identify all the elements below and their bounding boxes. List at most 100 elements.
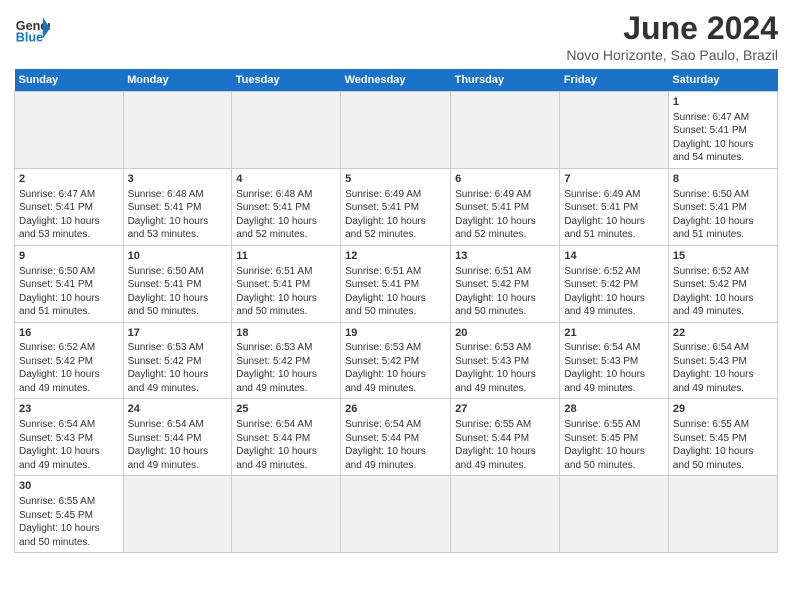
day-number: 29 xyxy=(673,402,773,417)
calendar-cell xyxy=(560,476,669,553)
header: General Blue June 2024 Novo Horizonte, S… xyxy=(14,10,778,63)
title-block: June 2024 Novo Horizonte, Sao Paulo, Bra… xyxy=(566,10,778,63)
day-info: Sunset: 5:41 PM xyxy=(673,124,773,138)
day-number: 24 xyxy=(128,402,228,417)
day-info: Sunrise: 6:47 AM xyxy=(673,111,773,125)
calendar-cell xyxy=(341,476,451,553)
day-info: Sunrise: 6:52 AM xyxy=(673,265,773,279)
day-info: Sunset: 5:42 PM xyxy=(564,278,664,292)
calendar-cell: 6Sunrise: 6:49 AMSunset: 5:41 PMDaylight… xyxy=(451,168,560,245)
calendar-cell: 27Sunrise: 6:55 AMSunset: 5:44 PMDayligh… xyxy=(451,399,560,476)
day-info: and 53 minutes. xyxy=(19,228,119,242)
day-info: and 51 minutes. xyxy=(19,305,119,319)
day-info: Sunset: 5:41 PM xyxy=(19,278,119,292)
day-number: 16 xyxy=(19,326,119,341)
day-number: 1 xyxy=(673,95,773,110)
day-info: and 49 minutes. xyxy=(564,382,664,396)
logo: General Blue xyxy=(14,10,50,46)
day-info: Sunset: 5:44 PM xyxy=(236,432,336,446)
calendar-cell: 22Sunrise: 6:54 AMSunset: 5:43 PMDayligh… xyxy=(668,322,777,399)
day-info: Sunset: 5:42 PM xyxy=(128,355,228,369)
day-number: 14 xyxy=(564,249,664,264)
calendar-cell: 17Sunrise: 6:53 AMSunset: 5:42 PMDayligh… xyxy=(123,322,232,399)
day-info: and 53 minutes. xyxy=(128,228,228,242)
day-info: Sunset: 5:45 PM xyxy=(564,432,664,446)
day-info: Sunrise: 6:50 AM xyxy=(128,265,228,279)
day-info: Daylight: 10 hours xyxy=(564,292,664,306)
day-number: 4 xyxy=(236,172,336,187)
day-info: Sunrise: 6:55 AM xyxy=(455,418,555,432)
day-info: Sunrise: 6:51 AM xyxy=(455,265,555,279)
day-info: and 49 minutes. xyxy=(236,382,336,396)
day-info: Sunset: 5:41 PM xyxy=(128,201,228,215)
day-info: and 50 minutes. xyxy=(345,305,446,319)
day-info: Sunrise: 6:53 AM xyxy=(236,341,336,355)
day-info: and 51 minutes. xyxy=(673,228,773,242)
day-info: Sunset: 5:43 PM xyxy=(19,432,119,446)
day-info: and 49 minutes. xyxy=(345,459,446,473)
calendar-cell: 7Sunrise: 6:49 AMSunset: 5:41 PMDaylight… xyxy=(560,168,669,245)
calendar-cell: 28Sunrise: 6:55 AMSunset: 5:45 PMDayligh… xyxy=(560,399,669,476)
day-info: and 50 minutes. xyxy=(236,305,336,319)
day-info: Daylight: 10 hours xyxy=(564,368,664,382)
day-info: Daylight: 10 hours xyxy=(455,292,555,306)
calendar-cell xyxy=(668,476,777,553)
calendar-table: SundayMondayTuesdayWednesdayThursdayFrid… xyxy=(14,69,778,553)
day-info: and 49 minutes. xyxy=(673,305,773,319)
day-info: Sunrise: 6:48 AM xyxy=(236,188,336,202)
day-info: and 50 minutes. xyxy=(673,459,773,473)
week-row-0: 1Sunrise: 6:47 AMSunset: 5:41 PMDaylight… xyxy=(15,92,778,169)
day-info: Sunset: 5:44 PM xyxy=(455,432,555,446)
day-info: Sunrise: 6:50 AM xyxy=(19,265,119,279)
calendar-body: 1Sunrise: 6:47 AMSunset: 5:41 PMDaylight… xyxy=(15,92,778,553)
day-info: Daylight: 10 hours xyxy=(19,368,119,382)
day-info: Daylight: 10 hours xyxy=(236,215,336,229)
day-info: and 49 minutes. xyxy=(19,459,119,473)
day-info: Sunset: 5:41 PM xyxy=(128,278,228,292)
day-info: Sunset: 5:42 PM xyxy=(455,278,555,292)
week-row-2: 9Sunrise: 6:50 AMSunset: 5:41 PMDaylight… xyxy=(15,245,778,322)
day-info: Daylight: 10 hours xyxy=(673,292,773,306)
location: Novo Horizonte, Sao Paulo, Brazil xyxy=(566,47,778,63)
day-info: Daylight: 10 hours xyxy=(673,445,773,459)
day-of-week-thursday: Thursday xyxy=(451,69,560,92)
calendar-cell xyxy=(123,476,232,553)
calendar-cell: 2Sunrise: 6:47 AMSunset: 5:41 PMDaylight… xyxy=(15,168,124,245)
day-number: 15 xyxy=(673,249,773,264)
day-info: and 51 minutes. xyxy=(564,228,664,242)
day-of-week-sunday: Sunday xyxy=(15,69,124,92)
day-number: 10 xyxy=(128,249,228,264)
day-info: Sunrise: 6:50 AM xyxy=(673,188,773,202)
calendar-cell xyxy=(123,92,232,169)
day-info: Sunset: 5:41 PM xyxy=(564,201,664,215)
day-info: and 49 minutes. xyxy=(236,459,336,473)
day-number: 22 xyxy=(673,326,773,341)
day-info: Sunset: 5:43 PM xyxy=(455,355,555,369)
day-of-week-friday: Friday xyxy=(560,69,669,92)
day-info: Sunset: 5:41 PM xyxy=(345,278,446,292)
calendar-cell: 11Sunrise: 6:51 AMSunset: 5:41 PMDayligh… xyxy=(232,245,341,322)
day-info: Sunrise: 6:51 AM xyxy=(345,265,446,279)
day-info: and 49 minutes. xyxy=(455,382,555,396)
day-number: 23 xyxy=(19,402,119,417)
day-info: Daylight: 10 hours xyxy=(19,292,119,306)
day-info: Sunset: 5:42 PM xyxy=(19,355,119,369)
calendar-cell: 12Sunrise: 6:51 AMSunset: 5:41 PMDayligh… xyxy=(341,245,451,322)
day-info: Sunset: 5:43 PM xyxy=(564,355,664,369)
calendar-cell: 24Sunrise: 6:54 AMSunset: 5:44 PMDayligh… xyxy=(123,399,232,476)
day-number: 28 xyxy=(564,402,664,417)
day-info: Daylight: 10 hours xyxy=(455,368,555,382)
day-info: and 50 minutes. xyxy=(128,305,228,319)
calendar-cell xyxy=(232,92,341,169)
calendar-cell: 3Sunrise: 6:48 AMSunset: 5:41 PMDaylight… xyxy=(123,168,232,245)
day-info: Daylight: 10 hours xyxy=(345,292,446,306)
day-info: Sunrise: 6:52 AM xyxy=(564,265,664,279)
week-row-1: 2Sunrise: 6:47 AMSunset: 5:41 PMDaylight… xyxy=(15,168,778,245)
day-info: Sunrise: 6:54 AM xyxy=(673,341,773,355)
day-info: Sunset: 5:44 PM xyxy=(345,432,446,446)
day-of-week-tuesday: Tuesday xyxy=(232,69,341,92)
logo-icon: General Blue xyxy=(14,10,50,46)
day-info: and 49 minutes. xyxy=(128,382,228,396)
month-title: June 2024 xyxy=(566,10,778,47)
calendar-cell xyxy=(15,92,124,169)
